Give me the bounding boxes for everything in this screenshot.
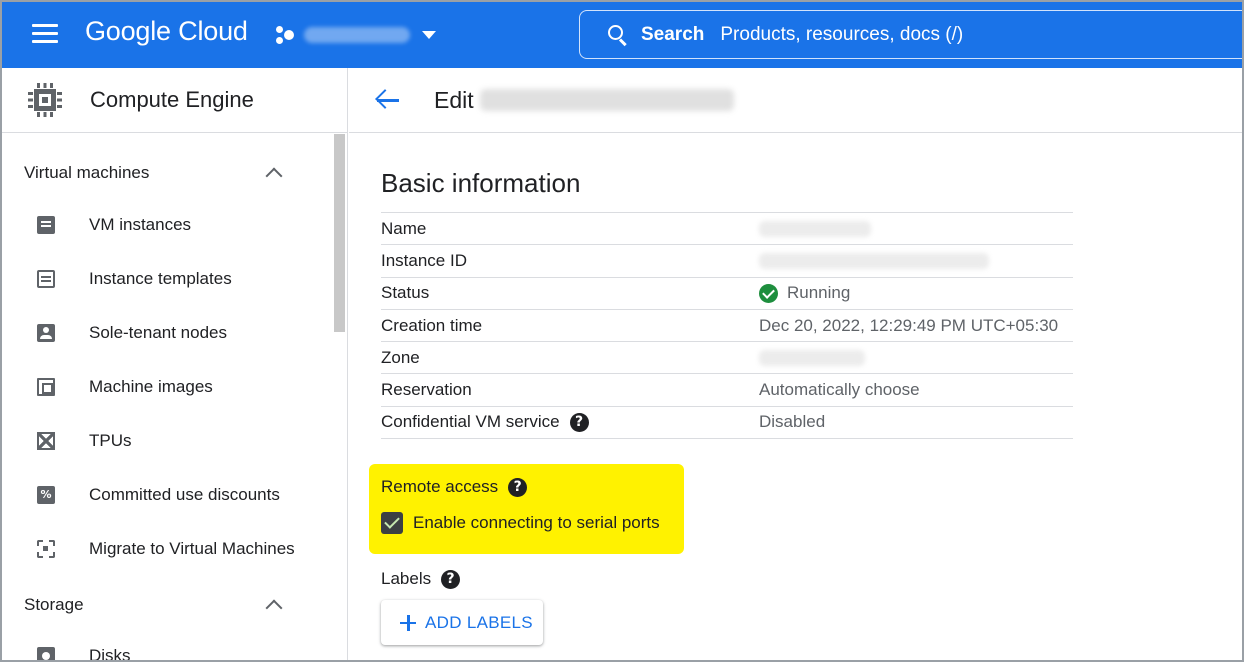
main-content: Edit Basic information Name Instance ID … <box>349 68 1242 660</box>
info-key: Instance ID <box>381 250 467 270</box>
table-row: Zone <box>381 342 1073 375</box>
search-hint: Products, resources, docs (/) <box>720 23 964 45</box>
sidebar-item-label: Disks <box>89 646 131 662</box>
top-app-bar: Google Cloud Search Products, resources,… <box>2 2 1242 68</box>
project-picker[interactable] <box>274 20 436 50</box>
help-icon[interactable]: ? <box>441 569 461 589</box>
table-row: Instance ID <box>381 245 1073 278</box>
info-key: Zone <box>381 347 420 367</box>
sidebar-item-machine-images[interactable]: Machine images <box>2 367 332 407</box>
sidebar-item-label: TPUs <box>89 431 132 450</box>
info-value-redacted <box>759 252 989 269</box>
product-title: Compute Engine <box>90 87 254 112</box>
chevron-down-icon <box>422 31 436 39</box>
project-icon <box>274 24 296 46</box>
table-row: Confidential VM service ? Disabled <box>381 407 1073 440</box>
help-icon[interactable]: ? <box>569 412 589 432</box>
info-key-text: Confidential VM service <box>381 412 560 432</box>
page-title: Edit <box>434 87 734 114</box>
sidebar-item-label: Migrate to Virtual Machines <box>89 539 295 558</box>
info-key: Confidential VM service ? <box>381 412 759 432</box>
remote-access-text: Remote access <box>381 477 499 496</box>
section-title: Basic information <box>381 168 581 198</box>
vm-instances-icon <box>37 216 55 234</box>
sidebar-item-label: Machine images <box>89 377 213 396</box>
sole-tenant-icon <box>37 324 55 342</box>
project-name-redacted <box>304 27 410 43</box>
page-header: Edit <box>349 68 1242 133</box>
product-header: Compute Engine <box>2 68 347 133</box>
info-value-redacted <box>759 349 865 366</box>
table-row: Status Running <box>381 278 1073 310</box>
sidebar-item-sole-tenant-nodes[interactable]: Sole-tenant nodes <box>2 313 332 353</box>
sidebar-item-label: VM instances <box>89 215 192 234</box>
add-labels-button[interactable]: ADD LABELS <box>381 600 543 645</box>
search-icon <box>607 24 629 46</box>
sidebar: Compute Engine Virtual machines VM insta… <box>2 68 348 662</box>
nav-section-label: Storage <box>24 595 84 614</box>
sidebar-item-disks[interactable]: Disks <box>2 636 332 662</box>
chevron-up-icon <box>265 599 283 617</box>
labels-text: Labels <box>381 569 432 588</box>
percent-icon: % <box>37 486 55 504</box>
sidebar-item-label: Committed use discounts <box>89 485 280 504</box>
migrate-icon <box>37 540 55 558</box>
add-labels-label: ADD LABELS <box>425 612 533 632</box>
sidebar-item-label: Instance templates <box>89 269 232 288</box>
window-frame: Google Cloud Search Products, resources,… <box>0 0 1244 662</box>
search-bar[interactable]: Search Products, resources, docs (/) <box>579 10 1242 59</box>
sidebar-item-label: Sole-tenant nodes <box>89 323 227 342</box>
search-label: Search <box>641 23 705 45</box>
info-key: Creation time <box>381 315 483 335</box>
table-row: Creation time Dec 20, 2022, 12:29:49 PM … <box>381 310 1073 343</box>
sidebar-item-instance-templates[interactable]: Instance templates <box>2 259 332 299</box>
compute-engine-chip-icon <box>26 81 64 119</box>
hamburger-menu-icon[interactable] <box>32 24 58 46</box>
nav-section-storage[interactable]: Storage <box>2 587 332 623</box>
info-key: Status <box>381 283 430 303</box>
sidebar-item-committed-use-discounts[interactable]: % Committed use discounts <box>2 475 332 515</box>
table-row: Reservation Automatically choose <box>381 374 1073 407</box>
sidebar-scrollbar[interactable] <box>334 134 345 332</box>
serial-ports-label: Enable connecting to serial ports <box>413 513 660 532</box>
check-circle-icon <box>759 283 778 303</box>
google-cloud-logo[interactable]: Google Cloud <box>85 16 248 47</box>
instance-templates-icon <box>37 270 55 288</box>
plus-icon <box>400 614 416 631</box>
serial-ports-checkbox-row[interactable]: Enable connecting to serial ports <box>381 512 660 534</box>
help-icon[interactable]: ? <box>508 477 528 497</box>
info-value: Automatically choose <box>759 380 920 400</box>
info-value: Dec 20, 2022, 12:29:49 PM UTC+05:30 <box>759 315 1059 335</box>
info-key: Name <box>381 218 427 238</box>
sidebar-item-tpus[interactable]: TPUs <box>2 421 332 461</box>
info-key: Reservation <box>381 380 472 400</box>
chevron-up-icon <box>265 167 283 185</box>
labels-label: Labels ? <box>381 569 461 589</box>
back-arrow-icon[interactable] <box>375 89 401 111</box>
basic-info-table: Name Instance ID Status Running Creation… <box>381 212 1073 440</box>
nav-section-label: Virtual machines <box>24 163 150 182</box>
status-text: Running <box>787 283 851 303</box>
page-title-prefix: Edit <box>434 86 474 113</box>
table-row: Name <box>381 213 1073 246</box>
status-value: Running <box>759 283 850 303</box>
info-value: Disabled <box>759 412 826 432</box>
nav-section-virtual-machines[interactable]: Virtual machines <box>2 155 332 191</box>
sidebar-item-migrate[interactable]: Migrate to Virtual Machines <box>2 529 332 569</box>
serial-ports-checkbox[interactable] <box>381 512 403 534</box>
tpu-icon <box>37 432 55 450</box>
remote-access-label: Remote access ? <box>381 477 528 497</box>
sidebar-item-vm-instances[interactable]: VM instances <box>2 205 332 245</box>
info-value-redacted <box>759 220 871 237</box>
instance-name-redacted <box>479 88 734 111</box>
machine-images-icon <box>37 378 55 396</box>
disk-icon <box>37 647 55 660</box>
